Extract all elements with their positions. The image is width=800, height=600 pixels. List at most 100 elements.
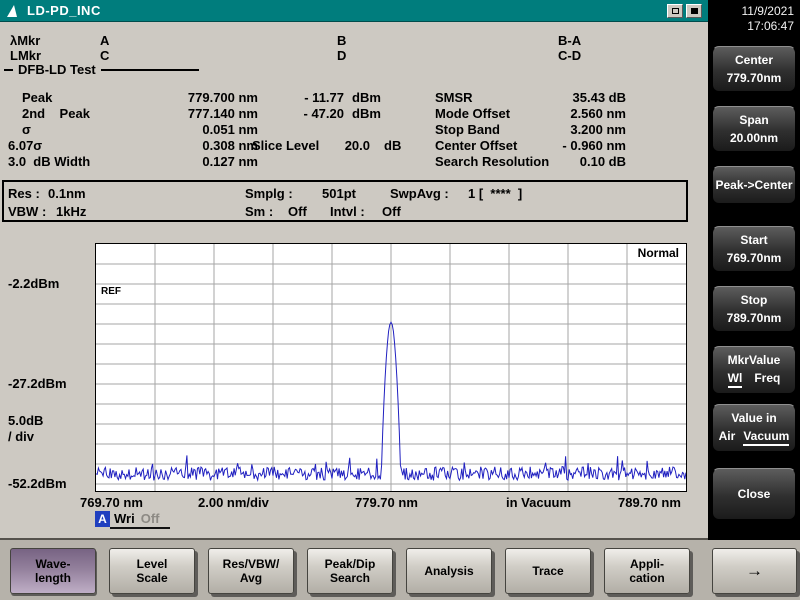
- center-offset-label: Center Offset: [435, 138, 517, 153]
- x-axis-start-label: 769.70 nm: [80, 495, 143, 510]
- softkey-span-value: 20.00nm: [730, 131, 778, 145]
- res-value: 0.1nm: [48, 186, 86, 201]
- softkey-mkr-value-wl-option[interactable]: Wl: [728, 371, 743, 388]
- mode-offset-value: 2.560 nm: [520, 106, 626, 121]
- smsr-value: 35.43 dB: [520, 90, 626, 105]
- y-axis-scale-label2: / div: [8, 429, 34, 444]
- fkey-level-scale-line2: Scale: [136, 571, 167, 585]
- slice-level-unit: dB: [384, 138, 401, 153]
- width-3db-label: 3.0 dB Width: [8, 154, 90, 169]
- intvl-value: Off: [382, 204, 401, 219]
- softkey-span-label: Span: [739, 113, 768, 127]
- fkey-peak-dip-search[interactable]: Peak/Dip Search: [307, 548, 393, 594]
- marker-d-label: D: [337, 48, 346, 63]
- swpavg-value: 1 [ **** ]: [468, 186, 522, 201]
- anritsu-logo-icon: [6, 4, 22, 18]
- x-axis-center-label: 779.70 nm: [355, 495, 418, 510]
- analysis-section-title: DFB-LD Test: [18, 62, 96, 77]
- vbw-label: VBW :: [8, 204, 46, 219]
- fkey-peak-dip-search-line1: Peak/Dip: [325, 557, 376, 571]
- softkey-value-in-vacuum-option[interactable]: Vacuum: [743, 429, 789, 446]
- spectrum-plot: [96, 244, 686, 491]
- fkey-application-line2: cation: [629, 571, 664, 585]
- softkey-close[interactable]: Close: [712, 468, 796, 520]
- softkey-span[interactable]: Span 20.00nm: [712, 106, 796, 152]
- fkey-more[interactable]: →: [712, 548, 797, 594]
- trace-write-label: Wri: [114, 511, 135, 526]
- window-maximize-button[interactable]: [686, 4, 702, 18]
- second-peak-label: 2nd Peak: [22, 106, 90, 121]
- softkey-stop[interactable]: Stop 789.70nm: [712, 286, 796, 332]
- softkey-start[interactable]: Start 769.70nm: [712, 226, 796, 272]
- softkey-stop-label: Stop: [741, 293, 768, 307]
- second-peak-level-value: - 47.20: [282, 106, 344, 121]
- smsr-label: SMSR: [435, 90, 473, 105]
- trace-write-state: Wri Off: [110, 511, 170, 529]
- stop-band-label: Stop Band: [435, 122, 500, 137]
- softkey-mkr-value[interactable]: MkrValue Wl Freq: [712, 346, 796, 394]
- softkey-value-in-air-option[interactable]: Air: [719, 429, 736, 446]
- fkey-analysis[interactable]: Analysis: [406, 548, 492, 594]
- sm-label: Sm :: [245, 204, 273, 219]
- softkey-mkr-value-freq-option[interactable]: Freq: [754, 371, 780, 388]
- marker-c-label: C: [100, 48, 109, 63]
- window-restore-button[interactable]: [667, 4, 683, 18]
- level-marker-label: LMkr: [10, 48, 41, 63]
- fkey-res-vbw-avg[interactable]: Res/VBW/ Avg: [208, 548, 294, 594]
- datetime-display: 11/9/2021 17:06:47: [742, 4, 795, 34]
- softkey-center[interactable]: Center 779.70nm: [712, 46, 796, 92]
- fkey-application-line1: Appli-: [630, 557, 664, 571]
- softkey-center-label: Center: [735, 53, 773, 67]
- sigma-value: 0.051 nm: [140, 122, 258, 137]
- peak-level-value: - 11.77: [282, 90, 344, 105]
- softkey-peak-to-center[interactable]: Peak->Center: [712, 166, 796, 204]
- date-label: 11/9/2021: [742, 4, 795, 19]
- softkey-start-value: 769.70nm: [727, 251, 782, 265]
- spectrum-graph: Normal REF: [95, 243, 687, 492]
- y-axis-top-label: -2.2dBm: [8, 276, 59, 291]
- window-title: LD-PD_INC: [27, 3, 101, 18]
- fkey-application[interactable]: Appli- cation: [604, 548, 690, 594]
- marker-cd-label: C-D: [558, 48, 581, 63]
- more-arrow-icon: →: [746, 564, 763, 578]
- y-axis-bottom-label: -52.2dBm: [8, 476, 67, 491]
- softkey-center-value: 779.70nm: [727, 71, 782, 85]
- six-sigma-value: 0.308 nm: [140, 138, 258, 153]
- second-peak-wavelength-value: 777.140 nm: [140, 106, 258, 121]
- fkey-trace[interactable]: Trace: [505, 548, 591, 594]
- res-label: Res :: [8, 186, 40, 201]
- sm-value: Off: [288, 204, 307, 219]
- fkey-level-scale[interactable]: Level Scale: [109, 548, 195, 594]
- smplg-label: Smplg :: [245, 186, 293, 201]
- fkey-wavelength-line2: length: [35, 571, 71, 585]
- softkey-close-label: Close: [738, 487, 771, 501]
- trace-off-label: Off: [141, 511, 160, 526]
- vbw-value: 1kHz: [56, 204, 86, 219]
- peak-level-unit: dBm: [352, 90, 381, 105]
- fkey-wavelength-line1: Wave-: [36, 557, 71, 571]
- header-rule-left: [4, 69, 13, 71]
- x-axis-stop-label: 789.70 nm: [618, 495, 681, 510]
- second-peak-level-unit: dBm: [352, 106, 381, 121]
- y-axis-scale-label: 5.0dB: [8, 413, 43, 428]
- fkey-res-vbw-avg-line1: Res/VBW/: [223, 557, 280, 571]
- softkey-value-in[interactable]: Value in Air Vacuum: [712, 404, 796, 452]
- fkey-wavelength[interactable]: Wave- length: [10, 548, 96, 594]
- window-maximize-icon: [691, 8, 698, 14]
- slice-level-label: Slice Level: [252, 138, 319, 153]
- x-axis-div-label: 2.00 nm/div: [198, 495, 269, 510]
- intvl-label: Intvl :: [330, 204, 365, 219]
- fkey-peak-dip-search-line2: Search: [330, 571, 370, 585]
- mode-offset-label: Mode Offset: [435, 106, 510, 121]
- softkey-stop-value: 789.70nm: [727, 311, 782, 325]
- smplg-value: 501pt: [322, 186, 356, 201]
- header-rule-right: [101, 69, 199, 71]
- center-offset-value: - 0.960 nm: [520, 138, 626, 153]
- softkey-value-in-label: Value in: [731, 411, 776, 425]
- sigma-label: σ: [22, 122, 31, 137]
- ref-level-label: REF: [101, 286, 121, 297]
- marker-ba-label: B-A: [558, 33, 581, 48]
- softkey-start-label: Start: [740, 233, 767, 247]
- softkey-panel: 11/9/2021 17:06:47 Center 779.70nm Span …: [708, 0, 800, 540]
- time-label: 17:06:47: [742, 19, 795, 34]
